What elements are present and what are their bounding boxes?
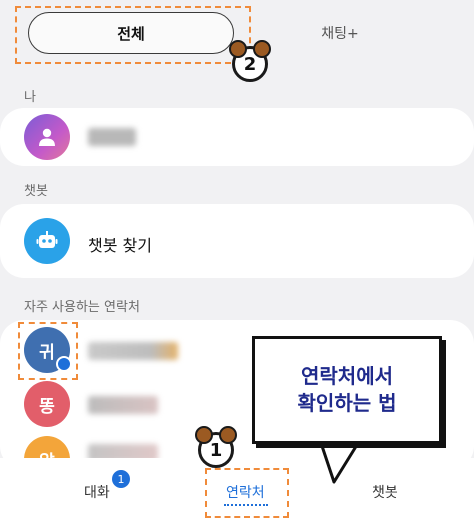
- find-chatbot-label: 챗봇 찾기: [88, 236, 152, 255]
- robot-icon: [36, 231, 58, 248]
- contact-name-redacted: [88, 396, 158, 414]
- my-profile-card[interactable]: [0, 108, 474, 166]
- callout-line-1: 연락처에서: [301, 364, 393, 388]
- annotation-highlight-contacts-tab: [205, 468, 289, 518]
- tab-chatting-plus[interactable]: 채팅+: [300, 12, 380, 54]
- contact-avatar-text: 똥: [39, 396, 55, 417]
- contact-name-redacted: [88, 444, 158, 458]
- section-label-me: 나: [24, 90, 36, 105]
- section-label-chatbot: 챗봇: [24, 184, 48, 199]
- annotation-highlight-avatar: [18, 322, 78, 380]
- my-avatar: [24, 114, 70, 160]
- chatbot-avatar: [24, 218, 70, 264]
- bear-step-2-icon: 2: [229, 40, 271, 82]
- callout-bubble: 연락처에서 확인하는 법: [252, 336, 442, 444]
- contact-avatar: 똥: [24, 381, 70, 427]
- bear-step-1-icon: 1: [195, 426, 237, 468]
- my-name-redacted: [88, 128, 136, 146]
- person-icon: [39, 128, 55, 146]
- contact-name-redacted: [88, 342, 178, 360]
- contact-avatar-text: 알: [39, 447, 55, 459]
- contact-avatar: 알: [24, 436, 70, 458]
- annotation-highlight-all-tab: [15, 6, 251, 64]
- nav-conversations[interactable]: 대화: [84, 482, 110, 502]
- callout-line-2: 확인하는 법: [297, 391, 397, 415]
- find-chatbot-row[interactable]: 챗봇 찾기: [0, 204, 474, 278]
- step-2-number: 2: [243, 53, 257, 75]
- section-label-frequent-contacts: 자주 사용하는 연락처: [24, 300, 140, 315]
- step-1-number: 1: [209, 439, 223, 461]
- conversations-unread-badge: 1: [112, 470, 130, 488]
